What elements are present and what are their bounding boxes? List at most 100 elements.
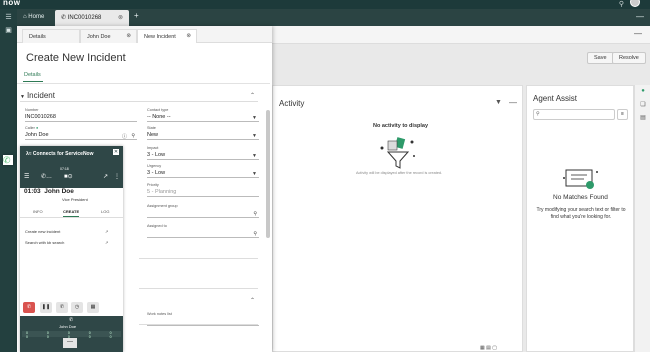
work-notes-list-input[interactable] [147, 318, 259, 326]
assist-icon[interactable]: ● [639, 88, 647, 96]
agent-assist-title: Agent Assist [533, 94, 578, 103]
softphone-tabs: INFO CREATE LOG [20, 206, 123, 218]
minimize-icon[interactable]: — [634, 29, 642, 38]
contact-type-field[interactable]: Contact type -- None -- ▼ [147, 108, 259, 122]
chat-icon[interactable]: ■⊙ [64, 173, 73, 180]
number-value[interactable]: INC0010268 [25, 114, 137, 122]
search-icon[interactable]: ⚲ [131, 133, 135, 139]
bottom-toolbar-icons: ▦ ▤ ▢ [480, 345, 497, 351]
tab-home[interactable]: ⌂ Home [17, 10, 53, 26]
tab-details[interactable]: Details [22, 29, 80, 43]
caller-name: John Doe [44, 188, 74, 195]
transfer-button[interactable]: ✆ [56, 302, 68, 313]
minimize-icon[interactable]: — [509, 98, 517, 107]
tab-incident[interactable]: ✆ INC0010268 ⊗ [55, 10, 129, 26]
grid-icon[interactable]: ▦ [480, 345, 485, 351]
minimize-button[interactable]: — [63, 338, 77, 348]
hangup-button[interactable]: ✆ [23, 302, 35, 313]
divider [17, 83, 270, 84]
close-icon[interactable]: ⊗ [118, 14, 123, 21]
subtab-details[interactable]: Details [23, 72, 43, 82]
info-icon[interactable]: ⓘ [122, 133, 127, 140]
tab-john-doe-label: John Doe [87, 34, 111, 40]
divider [20, 101, 258, 102]
search-icon: ⚲ [536, 111, 540, 117]
search-icon[interactable]: ⚲ [619, 0, 624, 8]
no-matches-hint: Try modifying your search text or filter… [536, 207, 626, 220]
resolve-button[interactable]: Resolve [612, 52, 646, 64]
search-icon[interactable]: ⚲ [253, 231, 257, 237]
tab-new-incident-label: New Incident [144, 34, 176, 40]
softphone-toolbar: ☰ ✆… ■⊙ ↗ ⋮ [20, 171, 123, 181]
avatar[interactable] [630, 0, 640, 7]
assignment-group-input[interactable] [147, 210, 259, 218]
keypad-button[interactable]: ▦ [87, 302, 99, 313]
impact-field[interactable]: Impact 3 - Low ▼ [147, 146, 259, 160]
dial-name: John Doe [59, 324, 77, 329]
add-tab-button[interactable]: + [131, 9, 145, 25]
phone-icon[interactable]: ✆… [41, 173, 52, 180]
number-field[interactable]: Number INC0010268 [25, 108, 137, 122]
activity-empty-title: No activity to display [373, 123, 429, 129]
attachment-icon[interactable]: ❏ [639, 101, 647, 109]
workspace-tab-strip: ⌂ Home ✆ INC0010268 ⊗ + — [17, 9, 650, 26]
agent-assist-search-input[interactable]: ⚲ [533, 109, 615, 120]
urgency-field[interactable]: Urgency 3 - Low ▼ [147, 164, 259, 178]
list-icon[interactable]: ▤ [486, 345, 491, 351]
state-select[interactable]: New [147, 132, 259, 140]
expand-icon[interactable]: ↗ [103, 173, 108, 180]
filter-icon[interactable]: ▼ [495, 99, 502, 106]
close-icon[interactable]: ⊗ [186, 33, 191, 39]
filter-button[interactable]: ≡ [617, 109, 628, 120]
list-icon[interactable]: ☰ [4, 14, 13, 21]
save-button[interactable]: Save [587, 52, 614, 64]
chevron-down-icon: ▼ [252, 153, 257, 159]
create-incident-link[interactable]: Create new incident ↗ [25, 229, 108, 234]
external-link-icon: ↗ [105, 229, 109, 234]
minimize-icon[interactable]: — [636, 12, 644, 21]
menu-icon[interactable]: ☰ [24, 173, 29, 180]
assigned-to-field[interactable]: Assigned to ⚲ [147, 224, 259, 238]
phone-icon[interactable]: ✆ [3, 155, 13, 165]
tab-create[interactable]: CREATE [63, 209, 80, 217]
work-notes-list-label: Work notes list [147, 312, 172, 316]
external-link-icon: ↗ [105, 240, 109, 245]
work-notes-list-field[interactable]: Work notes list [147, 312, 259, 326]
more-icon[interactable]: ⋮ [114, 173, 120, 180]
collapse-icon[interactable]: ⌃ [250, 92, 255, 99]
scrollbar[interactable] [266, 110, 270, 238]
tab-john-doe[interactable]: John Doe ⊗ [80, 29, 137, 43]
caller-field[interactable]: Caller ● John Doe ⓘ ⚲ [25, 126, 137, 140]
priority-field: Priority 5 - Planning [147, 183, 259, 197]
dial-digits: 0 0 0 0 0 0 0 0 0 0 [22, 331, 121, 339]
assigned-to-input[interactable] [147, 230, 259, 238]
assignment-group-field[interactable]: Assignment group ⚲ [147, 204, 259, 218]
tab-log[interactable]: LOG [101, 209, 109, 214]
inbox-icon[interactable]: ▣ [4, 27, 13, 34]
search-icon[interactable]: ⚲ [253, 211, 257, 217]
section-incident[interactable]: ▼ Incident [20, 91, 55, 100]
collapse-icon[interactable]: ⌃ [250, 297, 255, 304]
history-button[interactable]: ◷ [71, 302, 83, 313]
tab-info[interactable]: INFO [33, 209, 43, 214]
caller-input[interactable]: John Doe [25, 132, 137, 140]
hold-button[interactable]: ❚❚ [40, 302, 52, 313]
close-icon[interactable]: ⊗ [126, 33, 131, 39]
brand-logo: now [3, 0, 21, 7]
urgency-label: Urgency [147, 164, 162, 168]
contact-type-select[interactable]: -- None -- [147, 114, 259, 122]
divider [139, 258, 258, 259]
kb-search-link[interactable]: Search with kb search ↗ [25, 240, 108, 245]
assignment-group-label: Assignment group [147, 204, 178, 208]
page-title: Create New Incident [26, 52, 126, 64]
state-field[interactable]: State New ▼ [147, 126, 259, 140]
close-icon[interactable]: ✕ [113, 149, 119, 155]
impact-select[interactable]: 3 - Low [147, 152, 259, 160]
kb-search-label: Search with kb search [25, 240, 65, 245]
tab-new-incident[interactable]: New Incident ⊗ [137, 29, 197, 43]
no-matches-title: No Matches Found [553, 194, 608, 201]
document-icon[interactable]: ▤ [639, 114, 647, 122]
right-rail: ● ❏ ▤ [634, 85, 650, 352]
layout-icon[interactable]: ▢ [492, 345, 497, 351]
urgency-select[interactable]: 3 - Low [147, 170, 259, 178]
